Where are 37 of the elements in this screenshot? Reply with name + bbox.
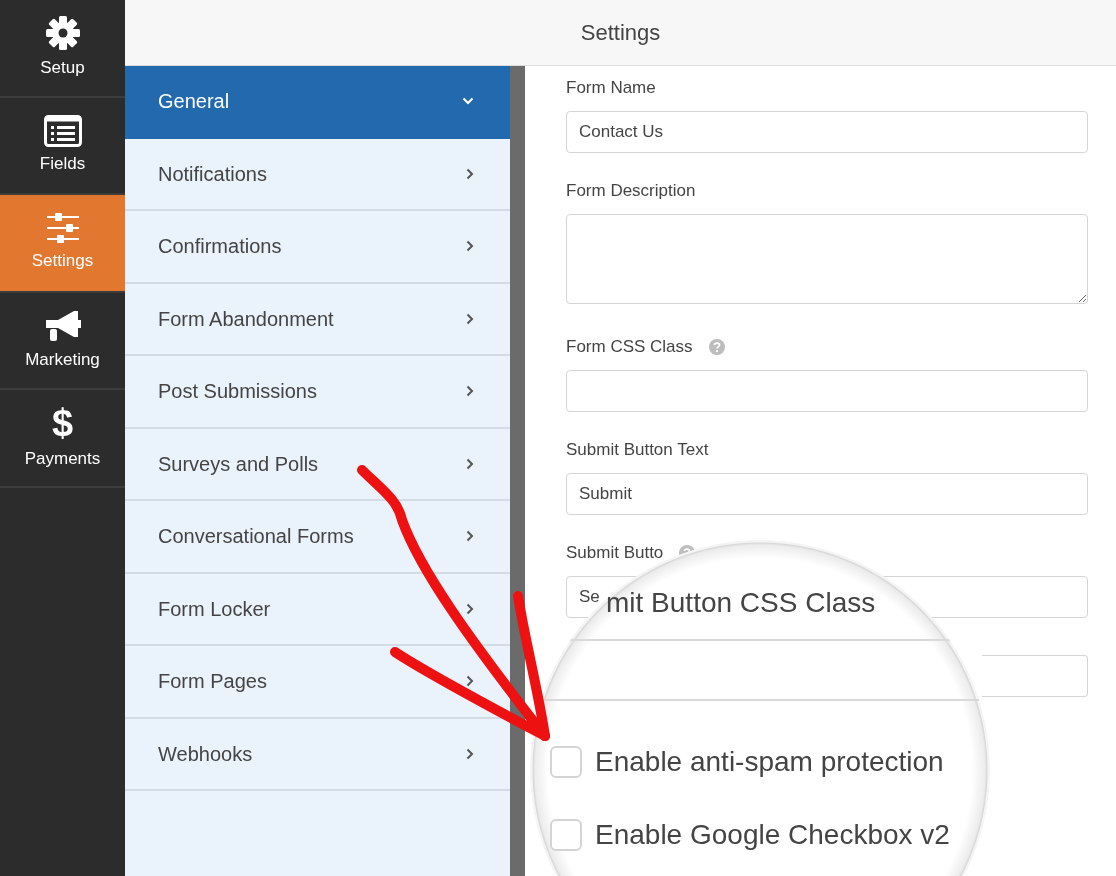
input-field[interactable] xyxy=(982,655,1088,697)
input-field[interactable]: Contact Us xyxy=(566,111,1088,153)
chevron-right-icon xyxy=(466,240,474,253)
chevron-right-icon xyxy=(466,675,474,688)
chevron-right-icon xyxy=(466,385,474,398)
field-label: Submit Butto xyxy=(566,542,664,565)
magnified-field-label: mit Button CSS Class xyxy=(606,586,876,620)
megaphone-icon xyxy=(43,308,82,343)
sidebar-label: Fields xyxy=(39,152,86,175)
chevron-right-icon xyxy=(466,167,474,180)
field-label: Form CSS Class xyxy=(566,336,693,359)
dollar-icon: $ xyxy=(51,404,74,442)
field-label: Form Description xyxy=(566,180,696,203)
field-label: Submit Button Text xyxy=(566,439,709,462)
chevron-right-icon xyxy=(466,312,474,325)
sidebar-label: Setup xyxy=(40,57,85,79)
input-field[interactable]: Submit xyxy=(566,473,1088,515)
chevron-right-icon xyxy=(466,457,474,470)
checkbox[interactable] xyxy=(550,746,582,778)
checkbox-label: Enable anti-spam protection xyxy=(595,745,944,779)
gear-icon xyxy=(44,15,81,51)
input-field[interactable] xyxy=(566,370,1088,412)
checkbox-label: Enable Google Checkbox v2 xyxy=(595,818,950,852)
sidebar-label: Payments xyxy=(24,448,101,470)
list-icon xyxy=(43,114,82,147)
sliders-icon xyxy=(45,212,80,244)
settings-section-tab[interactable]: General xyxy=(125,66,510,139)
chevron-right-icon xyxy=(466,747,474,760)
chevron-down-icon xyxy=(462,97,474,106)
chevron-right-icon xyxy=(466,530,474,543)
field-label: Form Name xyxy=(566,77,656,100)
sidebar-label: Settings xyxy=(31,250,94,272)
chevron-right-icon xyxy=(466,602,474,615)
text-area[interactable] xyxy=(566,214,1088,304)
sidebar-label: Marketing xyxy=(25,348,100,371)
page-title: Settings xyxy=(580,19,661,47)
checkbox[interactable] xyxy=(550,819,582,851)
